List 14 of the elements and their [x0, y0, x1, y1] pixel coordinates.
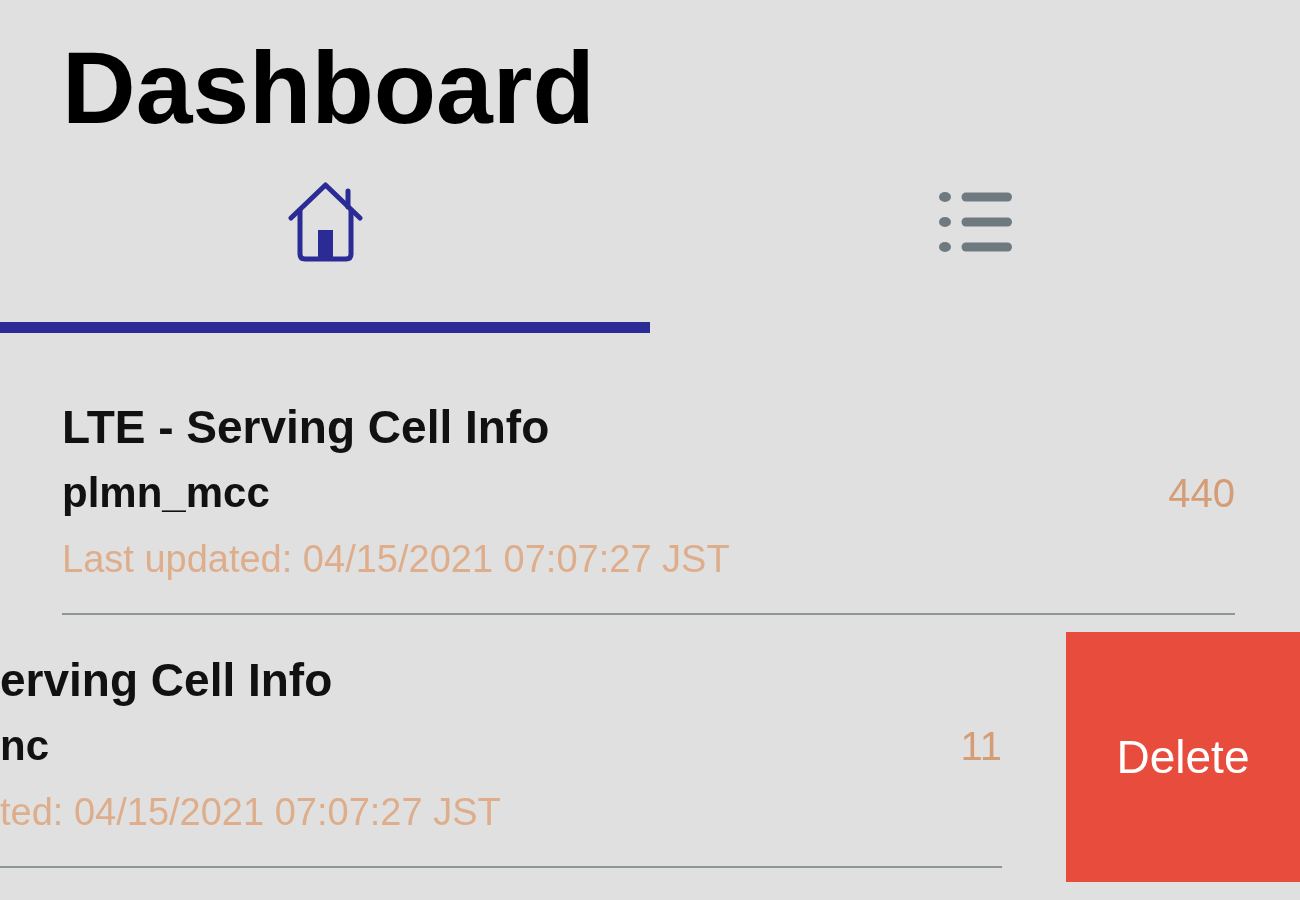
- last-updated-text: Last updated: 04/15/2021 07:07:27 JST: [62, 537, 731, 582]
- list-row[interactable]: LTE - Serving Cell Info plmn_mcc 440 Last updated: 04/15/2021 07:07:27 JST: [62, 362, 1235, 615]
- home-icon: [287, 182, 363, 262]
- field-name: plmn_mcc: [62, 468, 271, 518]
- page-title: Dashboard: [61, 30, 596, 139]
- field-name: nc: [0, 721, 50, 771]
- list-icon: [938, 191, 1012, 253]
- row-title: erving Cell Info: [0, 653, 334, 708]
- field-value: 440: [1168, 470, 1235, 517]
- last-updated-text: ted: 04/15/2021 07:07:27 JST: [0, 790, 502, 835]
- row-title: LTE - Serving Cell Info: [62, 400, 551, 455]
- field-value: 11: [960, 723, 1002, 770]
- list-row[interactable]: erving Cell Info nc 11 ted: 04/15/2021 07:07:27 JST: [0, 615, 1002, 868]
- delete-button[interactable]: Delete: [1066, 632, 1300, 882]
